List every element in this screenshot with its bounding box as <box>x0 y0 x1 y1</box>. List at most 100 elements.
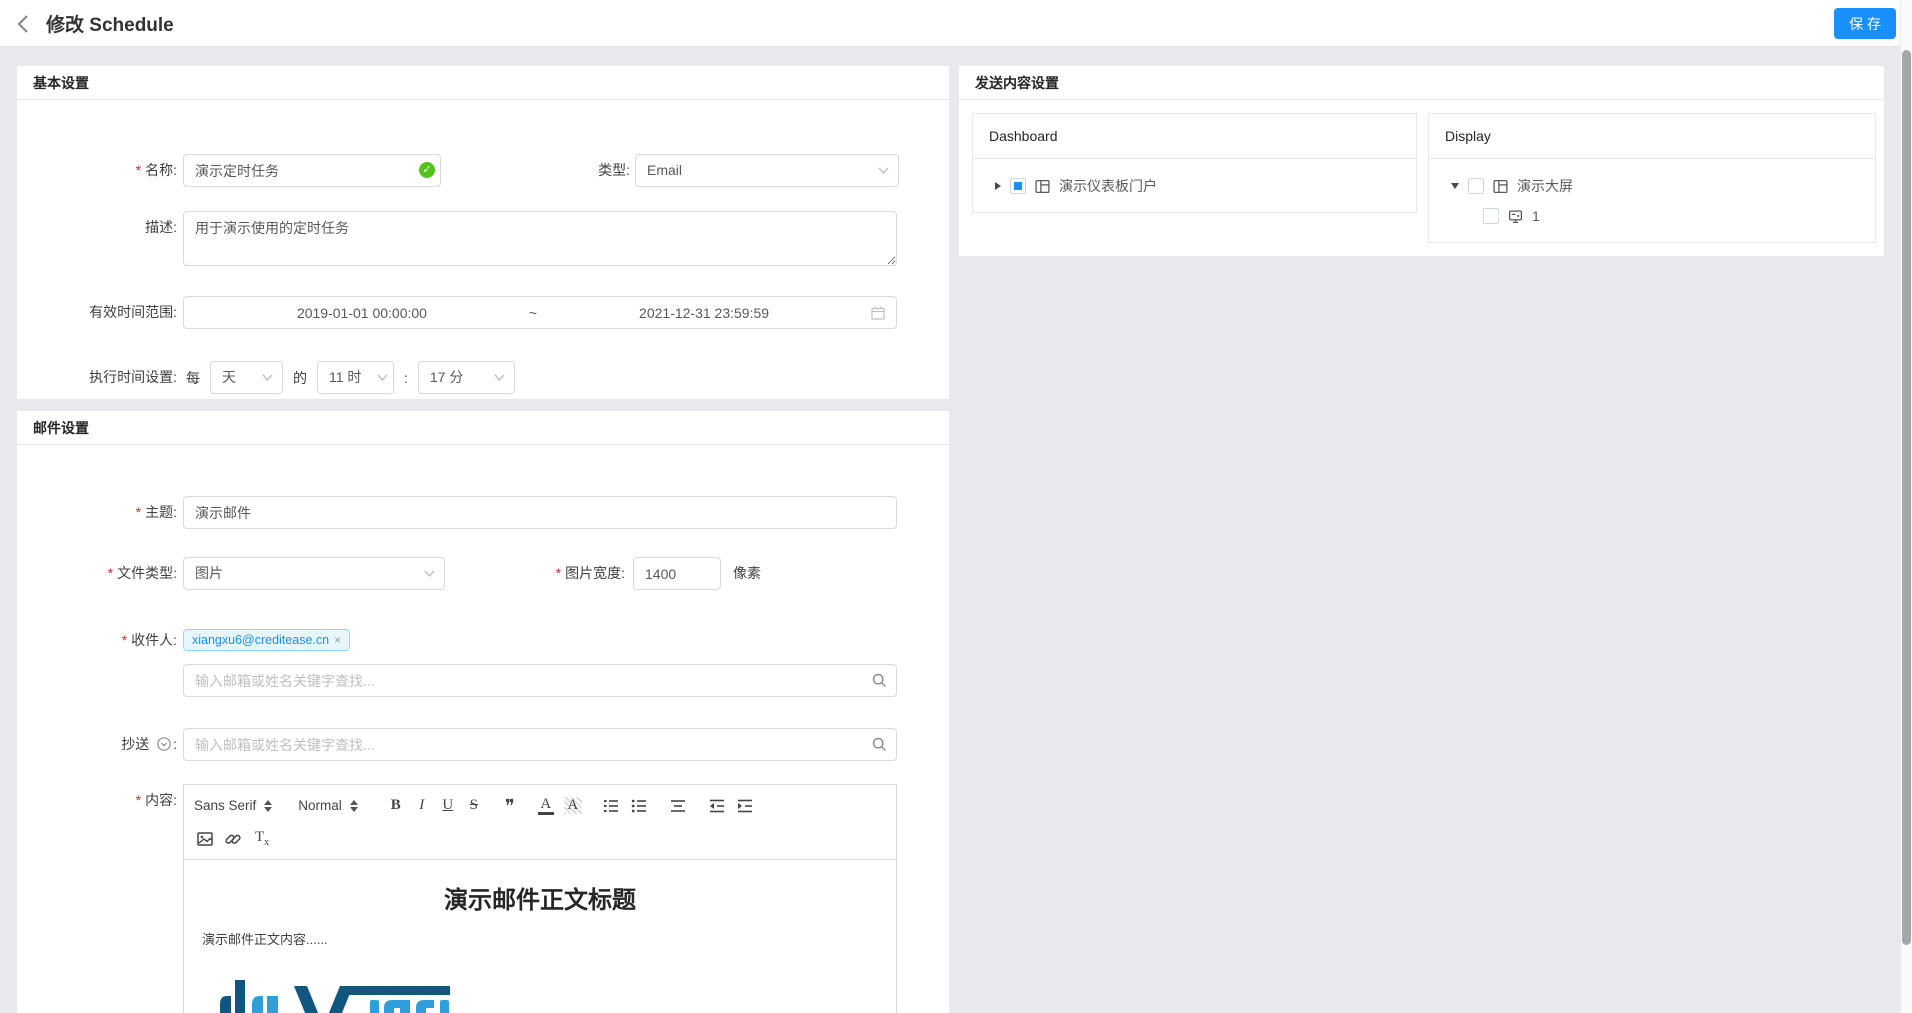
date-range-picker[interactable]: 2019-01-01 00:00:00 ~ 2021-12-31 23:59:5… <box>183 296 897 329</box>
type-label: 类型: <box>467 154 630 187</box>
recipient-tag[interactable]: xiangxu6@creditease.cn × <box>183 629 350 651</box>
email-settings-card: 邮件设置 *主题: *文件类型: 图片 *图片宽度: 像素 *收件人: xian… <box>17 411 949 1013</box>
image-width-input[interactable] <box>633 557 721 590</box>
name-input[interactable] <box>183 154 441 187</box>
layout-icon <box>1035 179 1050 194</box>
screen-icon <box>1508 209 1523 224</box>
recipients-label: *收件人: <box>17 629 177 651</box>
dashboard-panel-title: Dashboard <box>973 114 1416 159</box>
chevron-down-icon <box>377 372 388 383</box>
time-range-label: 有效时间范围: <box>17 296 177 329</box>
bold-button[interactable]: B <box>384 797 408 814</box>
cc-search-input[interactable] <box>183 728 897 761</box>
email-body-title: 演示邮件正文标题 <box>202 880 878 915</box>
chevron-down-icon <box>262 372 273 383</box>
updown-arrows-icon <box>350 800 358 812</box>
page-header: 修改 Schedule 保 存 <box>0 0 1912 47</box>
editor-content[interactable]: 演示邮件正文标题 演示邮件正文内容...... <box>184 860 896 1013</box>
cc-label: 抄送 : <box>17 728 177 761</box>
save-button[interactable]: 保 存 <box>1834 8 1896 39</box>
down-circle-icon[interactable] <box>157 737 171 751</box>
display-panel: Display 演示大屏 <box>1428 113 1876 243</box>
search-icon <box>872 737 887 752</box>
name-label: *名称: <box>17 154 177 187</box>
chevron-down-icon <box>494 372 505 383</box>
basic-settings-card: 基本设置 *名称: ✓ 类型: Email 描述: 用于演示使用的定时任务 有效… <box>17 66 949 399</box>
image-icon[interactable] <box>196 830 214 848</box>
blockquote-button[interactable]: ❞ <box>498 799 522 813</box>
valid-check-icon: ✓ <box>419 162 435 178</box>
chevron-down-icon <box>424 568 435 579</box>
range-start-value: 2019-01-01 00:00:00 <box>195 305 529 321</box>
calendar-icon <box>871 306 885 320</box>
of-text: 的 <box>293 368 307 388</box>
frequency-select[interactable]: 天 <box>210 361 283 394</box>
cc-row: 抄送 : <box>17 728 949 761</box>
dashboard-tree: 演示仪表板门户 <box>973 159 1416 201</box>
type-select[interactable]: Email <box>635 154 899 187</box>
every-text: 每 <box>186 368 200 388</box>
dashboard-node-checkbox[interactable] <box>1010 178 1026 194</box>
indent-icon[interactable] <box>736 797 754 815</box>
image-width-unit: 像素 <box>733 557 761 590</box>
exec-time-label: 执行时间设置: <box>17 361 177 394</box>
underline-button[interactable]: U <box>436 797 460 814</box>
time-range-row: 有效时间范围: 2019-01-01 00:00:00 ~ 2021-12-31… <box>17 296 949 329</box>
back-button[interactable] <box>12 12 36 36</box>
link-icon[interactable] <box>224 830 242 848</box>
scrollbar-thumb[interactable] <box>1902 50 1911 945</box>
outdent-icon[interactable] <box>708 797 726 815</box>
dashboard-tree-node[interactable]: 演示仪表板门户 <box>995 171 1416 201</box>
time-colon-text: : <box>404 370 408 386</box>
bullet-list-icon[interactable] <box>630 797 648 815</box>
align-icon[interactable] <box>669 797 687 815</box>
description-textarea[interactable]: 用于演示使用的定时任务 <box>183 211 897 266</box>
content-label: *内容: <box>17 784 177 817</box>
background-color-button[interactable]: A <box>564 797 582 814</box>
clear-format-button[interactable]: Tx <box>255 829 269 848</box>
text-color-button[interactable]: A <box>538 797 554 815</box>
range-separator: ~ <box>529 305 537 321</box>
exec-time-row: 执行时间设置: 每 天 的 11 时 : 17 分 <box>17 361 949 394</box>
ordered-list-icon[interactable] <box>602 797 620 815</box>
filetype-select[interactable]: 图片 <box>183 557 445 590</box>
display-node-checkbox[interactable] <box>1468 178 1484 194</box>
strikethrough-button[interactable]: S <box>462 797 486 814</box>
display-child-label: 1 <box>1532 208 1540 224</box>
tag-close-icon[interactable]: × <box>334 633 341 647</box>
font-size-picker[interactable]: Normal <box>298 798 358 813</box>
required-mark: * <box>136 162 141 178</box>
chevron-down-icon <box>878 165 889 176</box>
name-type-row: *名称: ✓ 类型: Email <box>17 154 949 187</box>
recipients-search <box>183 664 897 697</box>
vertical-scrollbar[interactable] <box>1900 0 1912 1013</box>
display-tree-child-node[interactable]: 1 <box>1451 201 1875 231</box>
subject-input[interactable] <box>183 496 897 529</box>
layout-icon <box>1493 179 1508 194</box>
rich-text-editor: Sans Serif Normal B I U S ❞ A A <box>183 784 897 1013</box>
display-node-label: 演示大屏 <box>1517 176 1573 196</box>
updown-arrows-icon <box>264 800 272 812</box>
editor-toolbar: Sans Serif Normal B I U S ❞ A A <box>184 785 896 860</box>
display-child-checkbox[interactable] <box>1483 208 1499 224</box>
italic-button[interactable]: I <box>410 797 434 814</box>
dashboard-panel: Dashboard 演示仪表板门户 <box>972 113 1417 213</box>
filetype-label: *文件类型: <box>17 557 177 590</box>
caret-down-icon[interactable] <box>1451 183 1459 189</box>
description-label: 描述: <box>17 211 177 244</box>
range-end-value: 2021-12-31 23:59:59 <box>537 305 871 321</box>
basic-section-title: 基本设置 <box>17 66 949 100</box>
hour-select[interactable]: 11 时 <box>317 361 394 394</box>
font-family-picker[interactable]: Sans Serif <box>194 798 272 813</box>
display-tree-node[interactable]: 演示大屏 <box>1451 171 1875 201</box>
chevron-left-icon <box>12 12 36 36</box>
caret-right-icon[interactable] <box>995 182 1001 190</box>
filetype-row: *文件类型: 图片 *图片宽度: 像素 <box>17 557 949 590</box>
dashboard-node-label: 演示仪表板门户 <box>1059 176 1157 196</box>
recipients-search-input[interactable] <box>183 664 897 697</box>
minute-select[interactable]: 17 分 <box>418 361 515 394</box>
subject-row: *主题: <box>17 496 949 529</box>
davinci-logo <box>220 978 450 1013</box>
image-width-label: *图片宽度: <box>477 557 625 590</box>
email-body-text: 演示邮件正文内容...... <box>202 929 878 948</box>
